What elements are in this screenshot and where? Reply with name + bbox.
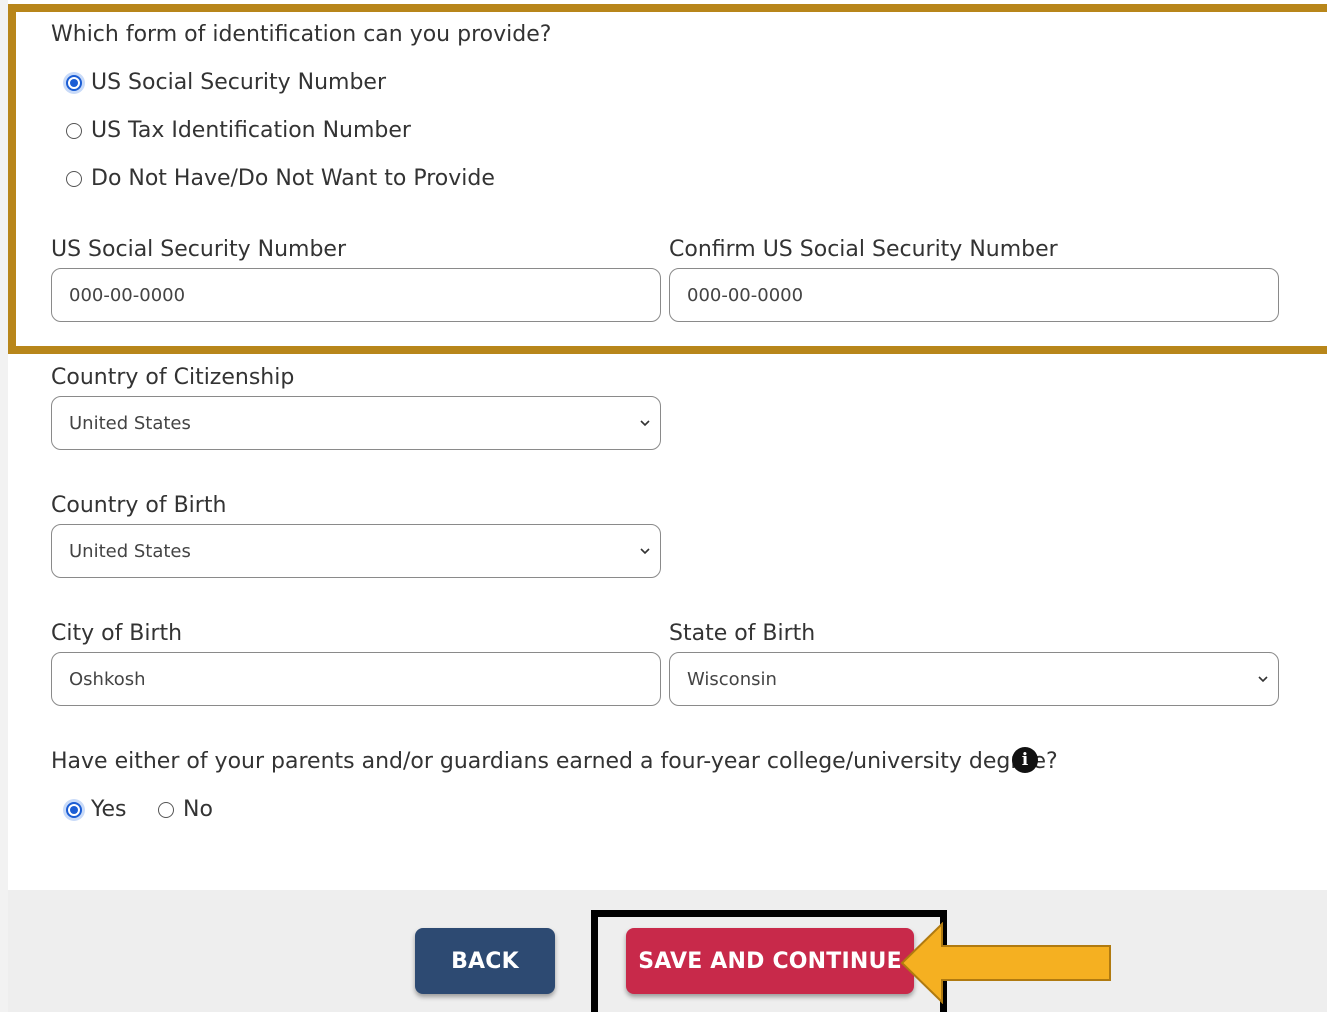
confirm-ssn-placeholder: 000-00-0000 bbox=[687, 284, 804, 306]
birth-city-label: City of Birth bbox=[51, 621, 183, 646]
back-button[interactable]: BACK bbox=[415, 928, 555, 994]
radio-unchecked-icon[interactable] bbox=[66, 170, 82, 187]
citizenship-label: Country of Citizenship bbox=[51, 365, 295, 390]
radio-option-no[interactable]: No bbox=[158, 797, 213, 822]
birth-state-value: Wisconsin bbox=[687, 668, 777, 690]
chevron-down-icon bbox=[1258, 676, 1268, 683]
radio-option-ssn[interactable]: US Social Security Number bbox=[66, 70, 386, 95]
radio-checked-icon[interactable] bbox=[66, 74, 82, 91]
radio-label: Do Not Have/Do Not Want to Provide bbox=[91, 166, 495, 191]
birth-city-input[interactable]: Oshkosh bbox=[51, 652, 661, 706]
arrow-pointer-icon bbox=[900, 922, 1111, 1004]
birth-country-value: United States bbox=[69, 540, 191, 562]
radio-label: Yes bbox=[91, 797, 127, 822]
ssn-placeholder: 000-00-0000 bbox=[69, 284, 186, 306]
radio-label: No bbox=[183, 797, 213, 822]
radio-unchecked-icon[interactable] bbox=[66, 122, 82, 139]
radio-unchecked-icon[interactable] bbox=[158, 801, 174, 818]
radio-option-tin[interactable]: US Tax Identification Number bbox=[66, 118, 411, 143]
radio-option-yes[interactable]: Yes bbox=[66, 797, 127, 822]
radio-checked-icon[interactable] bbox=[66, 801, 82, 818]
id-question-label: Which form of identification can you pro… bbox=[51, 22, 552, 47]
ssn-label: US Social Security Number bbox=[51, 237, 346, 262]
radio-option-not-provide[interactable]: Do Not Have/Do Not Want to Provide bbox=[66, 166, 495, 191]
save-and-continue-button[interactable]: SAVE AND CONTINUE bbox=[626, 928, 914, 994]
info-icon[interactable]: i bbox=[1012, 747, 1038, 773]
birth-state-label: State of Birth bbox=[669, 621, 816, 646]
ssn-input[interactable]: 000-00-0000 bbox=[51, 268, 661, 322]
radio-label: US Social Security Number bbox=[91, 70, 386, 95]
confirm-ssn-label: Confirm US Social Security Number bbox=[669, 237, 1058, 262]
birth-state-select[interactable]: Wisconsin bbox=[669, 652, 1279, 706]
chevron-down-icon bbox=[640, 420, 650, 427]
citizenship-value: United States bbox=[69, 412, 191, 434]
radio-label: US Tax Identification Number bbox=[91, 118, 411, 143]
birth-country-select[interactable]: United States bbox=[51, 524, 661, 578]
chevron-down-icon bbox=[640, 548, 650, 555]
confirm-ssn-input[interactable]: 000-00-0000 bbox=[669, 268, 1279, 322]
birth-city-value: Oshkosh bbox=[69, 668, 146, 690]
citizenship-select[interactable]: United States bbox=[51, 396, 661, 450]
birth-country-label: Country of Birth bbox=[51, 493, 227, 518]
parents-degree-label: Have either of your parents and/or guard… bbox=[51, 749, 1058, 774]
